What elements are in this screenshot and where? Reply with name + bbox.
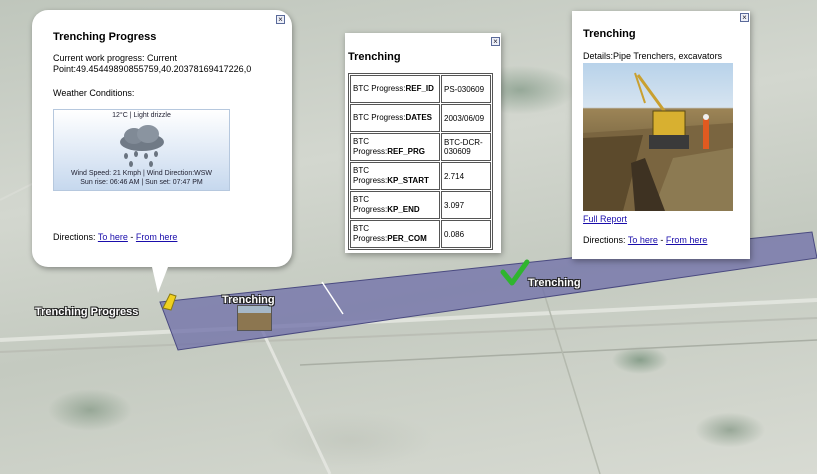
table-row: BTC Progress:REF_ID PS-030609 [350, 75, 491, 103]
directions: Directions: To here - From here [583, 235, 707, 245]
to-here-link[interactable]: To here [628, 235, 658, 245]
close-icon[interactable]: × [740, 13, 749, 22]
table-row: BTC Progress:KP_START 2.714 [350, 162, 491, 190]
weather-label: Weather Conditions: [53, 88, 135, 98]
table-key: BTC Progress:REF_ID [350, 75, 440, 103]
table-key: BTC Progress:PER_COM [350, 220, 440, 248]
trencher-photo-illustration [583, 72, 733, 211]
table-key: BTC Progress:REF_PRG [350, 133, 440, 161]
table-row: BTC Progress:DATES 2003/06/09 [350, 104, 491, 132]
popup-title: Trenching [583, 28, 636, 40]
table-row: BTC Progress:REF_PRG BTC-DCR-030609 [350, 133, 491, 161]
cloud-drizzle-icon [120, 125, 164, 167]
map-label-trenching-progress[interactable]: Trenching Progress [35, 306, 138, 318]
table-key: BTC Progress:KP_START [350, 162, 440, 190]
from-here-link[interactable]: From here [666, 235, 708, 245]
trenching-thumbnail[interactable] [237, 305, 272, 331]
trencher-photo [583, 63, 733, 211]
progress-text: Current work progress: Current Point:49.… [53, 53, 252, 74]
table-value: 2003/06/09 [441, 104, 491, 132]
track [299, 339, 817, 366]
close-icon[interactable]: × [491, 37, 500, 46]
weather-widget: 12°C | Light drizzle Wind Speed: 21 Kmph… [53, 109, 230, 191]
directions-separator: - [660, 235, 664, 245]
directions-separator: - [130, 232, 134, 242]
weather-condition: 12°C | Light drizzle [112, 112, 171, 119]
table-key: BTC Progress:KP_END [350, 191, 440, 219]
trenching-progress-popup: × Trenching Progress Current work progre… [32, 10, 292, 293]
from-here-link[interactable]: From here [136, 232, 178, 242]
table-row: BTC Progress:KP_END 3.097 [350, 191, 491, 219]
table-value: 0.086 [441, 220, 491, 248]
table-value: 2.714 [441, 162, 491, 190]
map-label-trenching[interactable]: Trenching [222, 294, 275, 306]
popup-title: Trenching [348, 51, 401, 63]
details-text: Details:Pipe Trenchers, excavators [583, 51, 723, 61]
close-icon[interactable]: × [276, 15, 285, 24]
to-here-link[interactable]: To here [98, 232, 128, 242]
table-value: 3.097 [441, 191, 491, 219]
table-row: BTC Progress:PER_COM 0.086 [350, 220, 491, 248]
directions-label: Directions: [583, 235, 626, 245]
trenching-details-popup: × Trenching Details:Pipe Trenchers, exca… [572, 11, 750, 259]
table-value: PS-030609 [441, 75, 491, 103]
popup-tail [152, 267, 168, 293]
directions-label: Directions: [53, 232, 96, 242]
track [260, 329, 332, 474]
weather-sun: Sun rise: 06:46 AM | Sun set: 07:47 PM [80, 179, 203, 186]
full-report-link[interactable]: Full Report [583, 214, 627, 224]
popup-title: Trenching Progress [53, 31, 157, 43]
map-label-trenching-2[interactable]: Trenching [528, 277, 581, 289]
attribute-table: BTC Progress:REF_ID PS-030609 BTC Progre… [348, 73, 493, 250]
trenching-table-popup: × Trenching BTC Progress:REF_ID PS-03060… [345, 33, 501, 253]
directions: Directions: To here - From here [53, 232, 177, 242]
table-key: BTC Progress:DATES [350, 104, 440, 132]
weather-wind: Wind Speed: 21 Kmph | Wind Direction:WSW [70, 170, 213, 177]
table-value: BTC-DCR-030609 [441, 133, 491, 161]
